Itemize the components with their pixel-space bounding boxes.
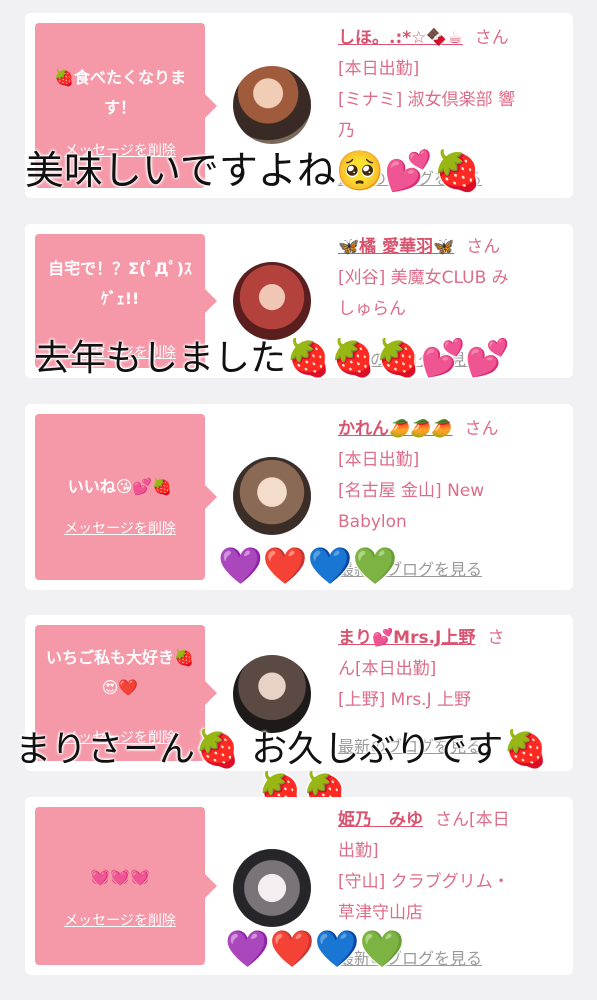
shop-name: [守山] クラブグリム・ — [338, 872, 510, 892]
shop-name-cont: 草津守山店 — [338, 903, 423, 923]
message-text: いちご私も大好き🍓😍❤️ — [46, 648, 194, 697]
status-text: 出勤] — [338, 841, 379, 861]
message-text: 💓💓💓 — [90, 867, 150, 886]
sender-info: 🦋橘 愛華羽🦋 さん [刈谷] 美魔女CLUB み しゅらん — [338, 232, 566, 325]
shop-name: [刈谷] 美魔女CLUB み — [338, 268, 509, 288]
overlay-caption: 美味しいですよね🥺💕🍓 — [25, 149, 482, 194]
overlay-caption: まりさーん🍓 お久しぶりです🍓 — [15, 729, 549, 770]
sender-name-link[interactable]: かれん🥭🥭🥭 — [338, 419, 453, 439]
avatar[interactable] — [233, 849, 311, 927]
sender-info: しほ。.:*☆🍫☕ さん [本日出勤] [ミナミ] 淑女倶楽部 響 乃 — [338, 23, 566, 147]
honorific: さ — [487, 628, 505, 648]
sender-info: 姫乃 みゆ さん[本日 出勤] [守山] クラブグリム・ 草津守山店 — [338, 805, 566, 929]
message-text: いいね😘💕🍓 — [67, 477, 173, 496]
shop-name: [名古屋 金山] New — [338, 481, 485, 501]
message-text: 🍓食べたくなります！ — [54, 68, 186, 117]
overlay-hearts: 💜❤️💙💚 — [218, 546, 398, 587]
sender-name-link[interactable]: 🦋橘 愛華羽🦋 — [338, 237, 454, 257]
overlay-hearts: 💜❤️💙💚 — [225, 929, 405, 970]
shop-name: [ミナミ] 淑女倶楽部 響 — [338, 90, 516, 110]
shop-name-cont: Babylon — [338, 512, 407, 532]
delete-message-link[interactable]: メッセージを削除 — [35, 910, 205, 930]
honorific: さん — [464, 419, 499, 439]
avatar[interactable] — [233, 457, 311, 535]
honorific: さん — [466, 237, 501, 257]
status-text: ん[本日出勤] — [338, 659, 437, 679]
honorific: さん — [474, 28, 509, 48]
sender-info: まり💕Mrs.J上野さ ん[本日出勤] [上野] Mrs.J 上野 — [338, 623, 566, 716]
message-text: 自宅で！？Σ(ﾟДﾟ)ｽｹﾞｪ!! — [48, 259, 192, 308]
sender-name-link[interactable]: 姫乃 みゆ — [338, 810, 423, 830]
status-text: [本日出勤] — [338, 450, 420, 470]
status-text: [本日出勤] — [338, 59, 420, 79]
message-bubble: いいね😘💕🍓 メッセージを削除 — [35, 414, 217, 580]
delete-message-link[interactable]: メッセージを削除 — [35, 518, 205, 538]
honorific: さん[本日 — [435, 810, 510, 830]
shop-name: [上野] Mrs.J 上野 — [338, 690, 472, 710]
overlay-caption: 去年もしました🍓🍓🍓💕💕 — [34, 338, 511, 379]
sender-info: かれん🥭🥭🥭 さん [本日出勤] [名古屋 金山] New Babylon — [338, 414, 566, 538]
sender-name-link[interactable]: しほ。.:*☆🍫☕ — [338, 28, 463, 48]
sender-name-link[interactable]: まり💕Mrs.J上野 — [338, 628, 475, 648]
message-bubble: 💓💓💓 メッセージを削除 — [35, 807, 217, 965]
avatar[interactable] — [233, 66, 311, 144]
shop-name-cont: しゅらん — [338, 299, 406, 319]
